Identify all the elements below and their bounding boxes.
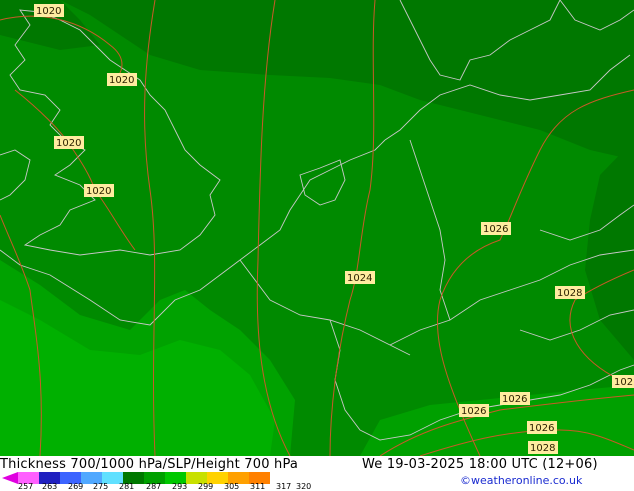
isobar-label-8: 1026 (500, 392, 530, 405)
svg-text:102: 102 (614, 377, 633, 388)
svg-text:1028: 1028 (557, 288, 582, 299)
svg-text:1026: 1026 (461, 406, 486, 417)
isobar-label-5: 1024 (345, 271, 375, 284)
valid-time: We 19-03-2025 18:00 UTC (12+06) (362, 457, 598, 472)
weather-map: 1020 1020 1020 1020 1024 1026 1028 1026 … (0, 0, 634, 457)
isobar-label-7: 1028 (555, 286, 585, 299)
scale-arrow-left (2, 472, 18, 484)
svg-text:1028: 1028 (530, 443, 555, 454)
svg-text:1020: 1020 (36, 6, 61, 17)
isobar-label-10: 1026 (527, 421, 557, 434)
isobar-label-12: 102 (612, 375, 634, 388)
isobar-label-3: 1020 (54, 136, 84, 149)
isobar-label-6: 1026 (481, 222, 511, 235)
svg-text:1020: 1020 (56, 138, 81, 149)
svg-text:1020: 1020 (86, 186, 111, 197)
svg-text:1026: 1026 (502, 394, 527, 405)
map-title: Thickness 700/1000 hPa/SLP/Height 700 hP… (0, 457, 299, 472)
isobar-label-2: 1020 (107, 73, 137, 86)
isobar-label-4: 1020 (84, 184, 114, 197)
credit-link[interactable]: ©weatheronline.co.uk (460, 474, 582, 487)
map-canvas: 1020 1020 1020 1020 1024 1026 1028 1026 … (0, 0, 634, 457)
map-footer: Thickness 700/1000 hPa/SLP/Height 700 hP… (0, 456, 634, 491)
svg-text:1026: 1026 (529, 423, 554, 434)
isobar-label-9: 1026 (459, 404, 489, 417)
svg-text:1020: 1020 (109, 75, 134, 86)
isobar-label-11: 1028 (528, 441, 558, 454)
svg-text:1026: 1026 (483, 224, 508, 235)
isobar-label-1: 1020 (34, 4, 64, 17)
svg-text:1024: 1024 (347, 273, 372, 284)
